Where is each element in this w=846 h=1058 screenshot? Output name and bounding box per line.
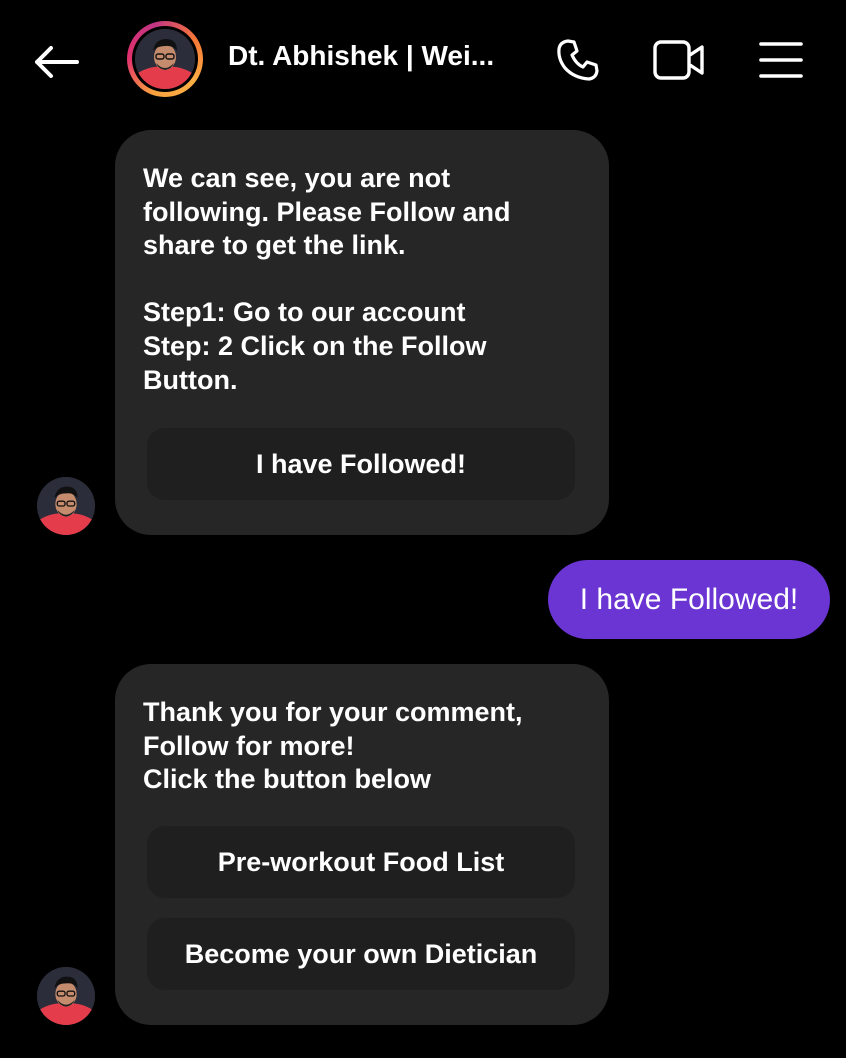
- outgoing-message-bubble: I have Followed!: [548, 560, 830, 639]
- quick-reply-button[interactable]: Pre-workout Food List: [147, 826, 575, 898]
- message-text: Thank you for your comment, Follow for m…: [143, 697, 523, 795]
- message-text: We can see, you are not following. Pleas…: [143, 163, 511, 395]
- video-call-button[interactable]: [648, 32, 710, 88]
- chat-header: Dt. Abhishek | Wei...: [0, 0, 846, 120]
- phone-icon: [557, 39, 599, 81]
- call-button[interactable]: [548, 32, 608, 88]
- incoming-message-bubble: Thank you for your comment, Follow for m…: [115, 664, 609, 1025]
- sender-avatar[interactable]: [37, 967, 95, 1025]
- menu-button[interactable]: [752, 32, 810, 88]
- incoming-message-bubble: We can see, you are not following. Pleas…: [115, 130, 609, 535]
- profile-photo: [135, 29, 195, 89]
- quick-reply-button[interactable]: Become your own Dietician: [147, 918, 575, 990]
- video-camera-icon: [653, 40, 704, 80]
- back-button[interactable]: [26, 34, 86, 90]
- arrow-left-icon: [35, 46, 79, 78]
- dm-thread-screen: Dt. Abhishek | Wei... We can see, you ar…: [0, 0, 846, 1058]
- chat-title[interactable]: Dt. Abhishek | Wei...: [228, 38, 498, 74]
- hamburger-menu-icon: [759, 42, 803, 78]
- sender-avatar[interactable]: [37, 477, 95, 535]
- header-avatar[interactable]: [127, 21, 203, 97]
- quick-reply-button[interactable]: I have Followed!: [147, 428, 575, 500]
